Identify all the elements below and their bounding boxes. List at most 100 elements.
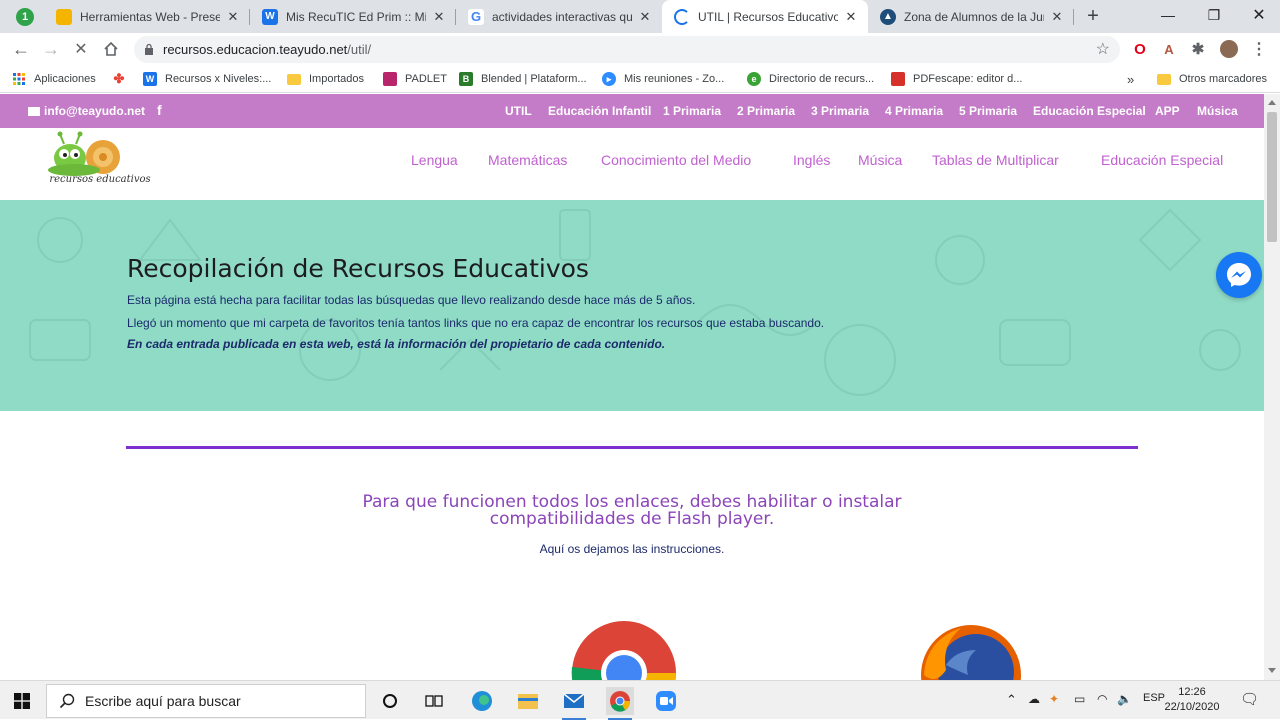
bookmark-label: Directorio de recurs... bbox=[769, 73, 875, 85]
zoom-taskbar-icon[interactable] bbox=[652, 687, 680, 715]
restore-button[interactable]: ❐ bbox=[1191, 0, 1237, 30]
search-placeholder: Escribe aquí para buscar bbox=[85, 693, 241, 709]
nav-educacion-especial[interactable]: Educación Especial bbox=[1101, 152, 1223, 168]
chrome-taskbar-icon[interactable] bbox=[606, 687, 634, 720]
nav-conocimiento-medio[interactable]: Conocimiento del Medio bbox=[601, 152, 751, 168]
snail-logo-icon bbox=[48, 131, 120, 176]
nav-musica[interactable]: Música bbox=[858, 152, 902, 168]
tab-herramientas-web[interactable]: Herramientas Web - Presenta ✕ bbox=[44, 0, 250, 33]
back-button[interactable]: ← bbox=[8, 37, 34, 61]
scrollbar-thumb[interactable] bbox=[1267, 112, 1277, 242]
close-icon[interactable]: ✕ bbox=[1050, 9, 1064, 25]
topnav-5-primaria[interactable]: 5 Primaria bbox=[959, 104, 1017, 118]
junta-icon: ▲ bbox=[880, 8, 896, 25]
email-text: info@teayudo.net bbox=[44, 104, 146, 118]
bookmark-directorio[interactable]: e Directorio de recurs... bbox=[747, 70, 874, 88]
close-icon[interactable]: ✕ bbox=[226, 9, 240, 25]
action-center-icon[interactable]: 🗨 bbox=[1240, 690, 1259, 708]
topnav-4-primaria[interactable]: 4 Primaria bbox=[885, 104, 943, 118]
tab-title: Mis RecuTIC Ed Prim :: Mis Re bbox=[286, 9, 426, 24]
profile-avatar[interactable] bbox=[1220, 40, 1238, 58]
bookmark-label: Aplicaciones bbox=[34, 73, 96, 85]
contact-email-link[interactable]: info@teayudo.net bbox=[28, 104, 145, 118]
bookmark-aplicaciones[interactable]: Aplicaciones bbox=[12, 70, 96, 88]
edge-browser-icon[interactable] bbox=[468, 687, 496, 715]
facebook-icon[interactable]: f bbox=[157, 102, 162, 118]
bookmark-blended[interactable]: B Blended | Plataform... bbox=[459, 70, 587, 88]
bookmark-pinwheel[interactable]: ✤ bbox=[112, 70, 134, 88]
topnav-educacion-especial[interactable]: Educación Especial bbox=[1033, 104, 1146, 118]
site-logo[interactable]: recursos educativos bbox=[40, 130, 160, 196]
menu-kebab-icon[interactable]: ⋮ bbox=[1250, 40, 1268, 58]
bookmark-star-icon[interactable]: ☆ bbox=[1096, 39, 1110, 59]
forward-button[interactable]: → bbox=[38, 37, 64, 61]
topnav-2-primaria[interactable]: 2 Primaria bbox=[737, 104, 795, 118]
wifi-icon[interactable]: ◠ bbox=[1097, 692, 1107, 706]
pdf-extension-icon[interactable]: A bbox=[1160, 40, 1178, 58]
nav-ingles[interactable]: Inglés bbox=[793, 152, 830, 168]
tray-chevron-up-icon[interactable]: ⌃ bbox=[1006, 692, 1017, 708]
bookmark-recursos-niveles[interactable]: W Recursos x Niveles:... bbox=[143, 70, 271, 88]
address-bar[interactable]: recursos.educacion.teayudo.net/util/ ☆ bbox=[134, 36, 1120, 63]
tab-group-counter[interactable]: 1 bbox=[16, 8, 34, 26]
pdf-icon bbox=[891, 72, 905, 86]
file-explorer-icon[interactable] bbox=[514, 687, 542, 715]
topnav-util[interactable]: UTIL bbox=[505, 104, 532, 118]
zoom-icon: ▸ bbox=[602, 72, 616, 86]
nav-tablas-multiplicar[interactable]: Tablas de Multiplicar bbox=[932, 152, 1059, 168]
tab-zona-alumnos[interactable]: ▲ Zona de Alumnos de la Junta ✕ bbox=[868, 0, 1074, 33]
topnav-3-primaria[interactable]: 3 Primaria bbox=[811, 104, 869, 118]
tab-util-recursos-active[interactable]: UTIL | Recursos Educativos In ✕ bbox=[662, 0, 868, 33]
bookmark-padlet[interactable]: PADLET bbox=[383, 70, 447, 88]
nav-matematicas[interactable]: Matemáticas bbox=[488, 152, 567, 168]
bookmark-pdfescape[interactable]: PDFescape: editor d... bbox=[891, 70, 1022, 88]
close-icon[interactable]: ✕ bbox=[638, 9, 652, 25]
cortana-icon[interactable] bbox=[376, 687, 404, 715]
stop-loading-button[interactable]: ✕ bbox=[68, 37, 94, 61]
google-icon: G bbox=[468, 8, 484, 25]
new-tab-button[interactable]: + bbox=[1082, 5, 1104, 27]
tab-title: UTIL | Recursos Educativos In bbox=[698, 9, 838, 24]
scroll-up-arrow-icon[interactable] bbox=[1268, 100, 1276, 105]
page-scrollbar[interactable] bbox=[1264, 94, 1280, 680]
hero-title: Recopilación de Recursos Educativos bbox=[127, 254, 589, 283]
firefox-logo-link[interactable] bbox=[916, 620, 1026, 680]
close-icon[interactable]: ✕ bbox=[844, 9, 858, 25]
nav-lengua[interactable]: Lengua bbox=[411, 152, 458, 168]
battery-icon[interactable]: ▭ bbox=[1074, 692, 1085, 706]
minimize-button[interactable]: — bbox=[1145, 0, 1191, 30]
puzzle-extensions-icon[interactable]: ✱ bbox=[1189, 40, 1207, 58]
url-text[interactable]: recursos.educacion.teayudo.net/util/ bbox=[163, 42, 371, 57]
opera-extension-icon[interactable]: O bbox=[1131, 40, 1149, 58]
chrome-logo-icon bbox=[571, 621, 676, 680]
messenger-chat-button[interactable] bbox=[1216, 252, 1262, 298]
volume-icon[interactable]: 🔈 bbox=[1117, 692, 1132, 706]
tab-mis-recutic[interactable]: W Mis RecuTIC Ed Prim :: Mis Re ✕ bbox=[250, 0, 456, 33]
onedrive-icon[interactable]: ☁ bbox=[1028, 692, 1040, 706]
topnav-1-primaria[interactable]: 1 Primaria bbox=[663, 104, 721, 118]
windows-start-icon[interactable] bbox=[14, 693, 30, 709]
lock-icon[interactable] bbox=[144, 43, 154, 55]
topnav-musica[interactable]: Música bbox=[1197, 104, 1238, 118]
chrome-logo-link[interactable] bbox=[571, 620, 677, 680]
bookmark-otros-marcadores[interactable]: Otros marcadores bbox=[1157, 70, 1267, 88]
task-view-icon[interactable] bbox=[420, 687, 448, 715]
taskbar-clock[interactable]: 12:26 22/10/2020 bbox=[1162, 685, 1222, 715]
bookmarks-overflow-button[interactable]: » bbox=[1127, 70, 1134, 88]
close-window-button[interactable]: ✕ bbox=[1236, 0, 1280, 30]
topnav-educacion-infantil[interactable]: Educación Infantil bbox=[548, 104, 651, 118]
mail-app-icon[interactable] bbox=[560, 687, 588, 720]
tab-actividades-interactivas[interactable]: G actividades interactivas que i ✕ bbox=[456, 0, 662, 33]
site-top-bar: info@teayudo.net f UTIL Educación Infant… bbox=[0, 94, 1264, 128]
scroll-down-arrow-icon[interactable] bbox=[1268, 668, 1276, 673]
bookmark-label: Importados bbox=[309, 73, 365, 85]
tab-title: actividades interactivas que i bbox=[492, 9, 632, 24]
topnav-app[interactable]: APP bbox=[1155, 104, 1180, 118]
bookmark-zoom[interactable]: ▸ Mis reuniones - Zo... bbox=[602, 70, 724, 88]
home-button[interactable] bbox=[98, 37, 124, 61]
taskbar-search-input[interactable]: Escribe aquí para buscar bbox=[46, 684, 366, 718]
metamask-icon[interactable]: ✦ bbox=[1049, 692, 1059, 706]
close-icon[interactable]: ✕ bbox=[432, 9, 446, 25]
section-divider bbox=[126, 446, 1138, 449]
bookmark-importados[interactable]: Importados bbox=[287, 70, 364, 88]
